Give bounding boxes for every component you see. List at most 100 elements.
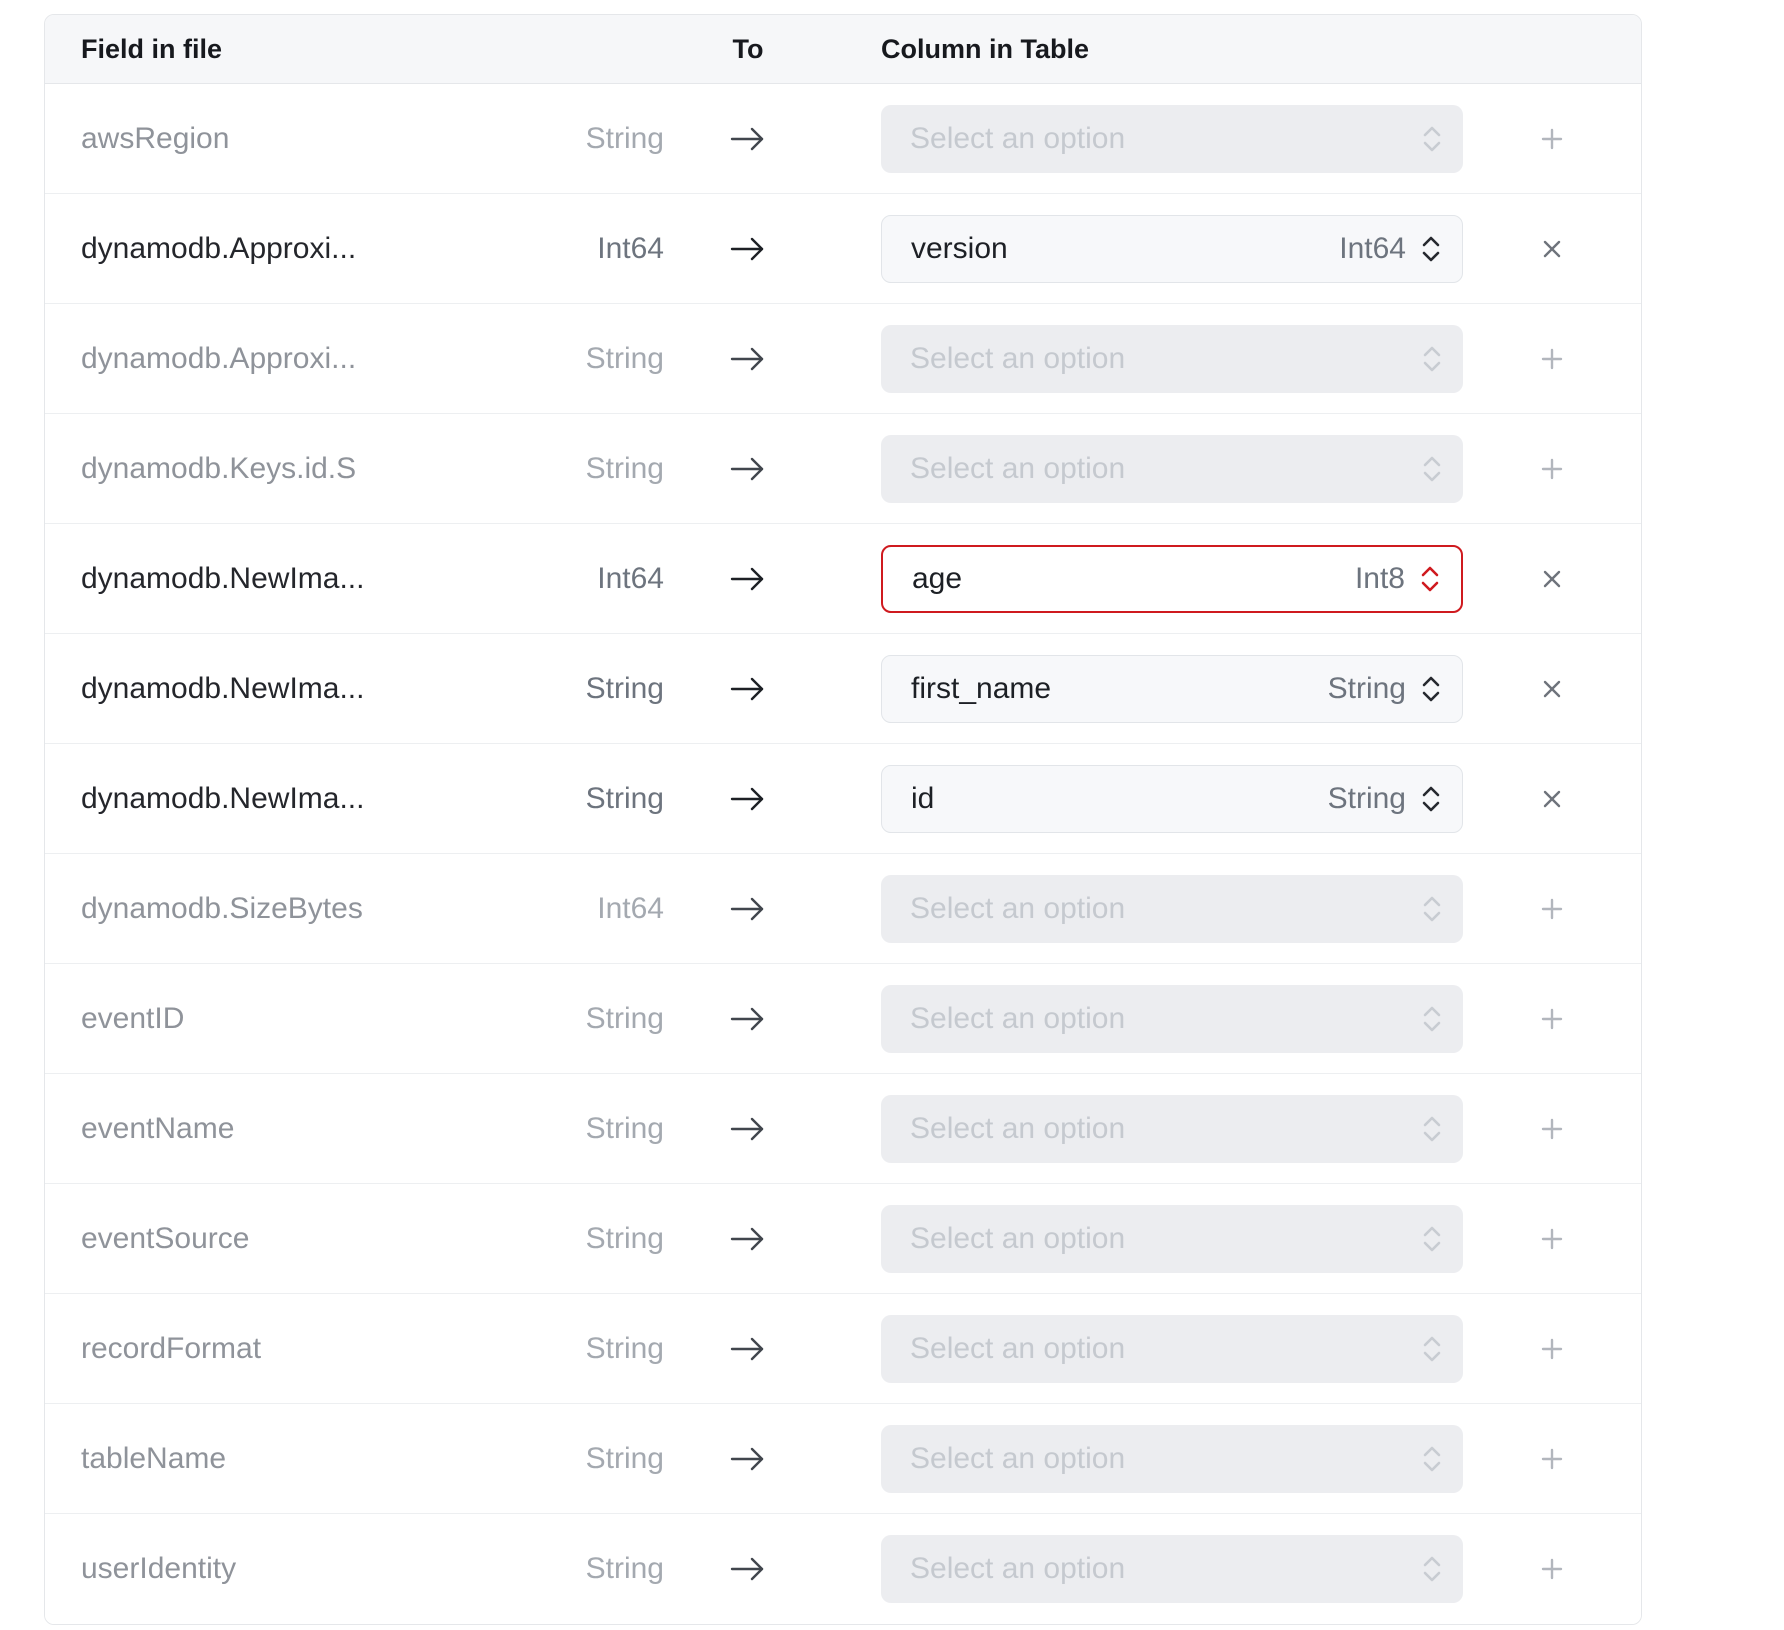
plus-icon: [1541, 128, 1563, 150]
add-mapping-button[interactable]: [1530, 1547, 1574, 1591]
table-header: Field in file To Column in Table: [45, 15, 1641, 84]
arrow-right-icon: [664, 125, 832, 153]
field-name: dynamodb.NewIma...: [81, 562, 581, 596]
column-select-value: Select an option: [910, 1552, 1407, 1586]
arrow-right-icon: [664, 895, 832, 923]
mapping-row: dynamodb.SizeBytes Int64 Select an optio…: [45, 854, 1641, 964]
add-mapping-button[interactable]: [1530, 337, 1574, 381]
add-mapping-button[interactable]: [1530, 117, 1574, 161]
field-type: String: [581, 1332, 664, 1366]
field-name: tableName: [81, 1442, 581, 1476]
unfold-chevrons-icon: [1421, 1114, 1443, 1144]
remove-mapping-button[interactable]: [1530, 667, 1574, 711]
remove-mapping-button[interactable]: [1530, 777, 1574, 821]
add-mapping-button[interactable]: [1530, 1437, 1574, 1481]
header-to: To: [664, 34, 832, 65]
add-mapping-button[interactable]: [1530, 1217, 1574, 1261]
column-select[interactable]: id String: [881, 765, 1463, 833]
unfold-chevrons-icon: [1421, 344, 1443, 374]
column-select-value: Select an option: [910, 1002, 1407, 1036]
mapping-row: dynamodb.NewIma... String first_name Str…: [45, 634, 1641, 744]
plus-icon: [1541, 1118, 1563, 1140]
add-mapping-button[interactable]: [1530, 887, 1574, 931]
field-type: Int64: [581, 562, 664, 596]
column-select[interactable]: Select an option: [881, 985, 1463, 1053]
mapping-row: dynamodb.Keys.id.S String Select an opti…: [45, 414, 1641, 524]
mapping-row: tableName String Select an option: [45, 1404, 1641, 1514]
field-name: dynamodb.SizeBytes: [81, 892, 581, 926]
plus-icon: [1541, 1338, 1563, 1360]
field-type: String: [581, 1002, 664, 1036]
remove-mapping-button[interactable]: [1530, 227, 1574, 271]
field-type: String: [581, 1112, 664, 1146]
mapping-row: userIdentity String Select an option: [45, 1514, 1641, 1624]
unfold-chevrons-icon: [1419, 564, 1441, 594]
column-select[interactable]: Select an option: [881, 435, 1463, 503]
mapping-row: dynamodb.NewIma... String id String: [45, 744, 1641, 854]
column-select[interactable]: Select an option: [881, 1535, 1463, 1603]
column-select-value: Select an option: [910, 1112, 1407, 1146]
plus-icon: [1541, 1448, 1563, 1470]
unfold-chevrons-icon: [1421, 1004, 1443, 1034]
column-select[interactable]: Select an option: [881, 1095, 1463, 1163]
add-mapping-button[interactable]: [1530, 1107, 1574, 1151]
field-name: awsRegion: [81, 122, 581, 156]
column-select[interactable]: Select an option: [881, 325, 1463, 393]
column-select-value: Select an option: [910, 452, 1407, 486]
unfold-chevrons-icon: [1421, 1444, 1443, 1474]
column-select[interactable]: Select an option: [881, 1315, 1463, 1383]
field-name: dynamodb.Keys.id.S: [81, 452, 581, 486]
field-name: dynamodb.NewIma...: [81, 672, 581, 706]
field-mapping-table: Field in file To Column in Table awsRegi…: [44, 14, 1642, 1625]
unfold-chevrons-icon: [1420, 674, 1442, 704]
mapping-row: eventSource String Select an option: [45, 1184, 1641, 1294]
arrow-right-icon: [664, 455, 832, 483]
header-field-in-file: Field in file: [81, 34, 581, 65]
field-type: String: [581, 782, 664, 816]
field-name: dynamodb.Approxi...: [81, 342, 581, 376]
column-select[interactable]: Select an option: [881, 1425, 1463, 1493]
column-select[interactable]: first_name String: [881, 655, 1463, 723]
unfold-chevrons-icon: [1421, 894, 1443, 924]
field-type: String: [581, 122, 664, 156]
column-select-value: Select an option: [910, 122, 1407, 156]
arrow-right-icon: [664, 675, 832, 703]
mapping-rows: awsRegion String Select an option: [45, 84, 1641, 1624]
field-name: eventName: [81, 1112, 581, 1146]
column-select-value: Select an option: [910, 1332, 1407, 1366]
remove-mapping-button[interactable]: [1530, 557, 1574, 601]
column-select[interactable]: Select an option: [881, 875, 1463, 943]
column-select[interactable]: Select an option: [881, 105, 1463, 173]
field-type: Int64: [581, 232, 664, 266]
unfold-chevrons-icon: [1421, 454, 1443, 484]
mapping-row: eventName String Select an option: [45, 1074, 1641, 1184]
field-type: Int64: [581, 892, 664, 926]
arrow-right-icon: [664, 235, 832, 263]
column-select[interactable]: Select an option: [881, 1205, 1463, 1273]
column-select-value: version: [911, 232, 1339, 266]
mapping-row: recordFormat String Select an option: [45, 1294, 1641, 1404]
field-name: eventSource: [81, 1222, 581, 1256]
add-mapping-button[interactable]: [1530, 447, 1574, 491]
plus-icon: [1541, 1558, 1563, 1580]
mapping-row: dynamodb.Approxi... Int64 version Int64: [45, 194, 1641, 304]
field-name: dynamodb.NewIma...: [81, 782, 581, 816]
add-mapping-button[interactable]: [1530, 1327, 1574, 1371]
column-select[interactable]: age Int8: [881, 545, 1463, 613]
arrow-right-icon: [664, 1335, 832, 1363]
field-name: dynamodb.Approxi...: [81, 232, 581, 266]
unfold-chevrons-icon: [1420, 784, 1442, 814]
close-icon: [1542, 239, 1562, 259]
unfold-chevrons-icon: [1421, 1334, 1443, 1364]
field-type: String: [581, 1222, 664, 1256]
arrow-right-icon: [664, 345, 832, 373]
arrow-right-icon: [664, 1555, 832, 1583]
add-mapping-button[interactable]: [1530, 997, 1574, 1041]
plus-icon: [1541, 1228, 1563, 1250]
arrow-right-icon: [664, 785, 832, 813]
field-type: String: [581, 672, 664, 706]
field-type: String: [581, 1442, 664, 1476]
column-select-type: Int8: [1355, 562, 1405, 596]
column-select[interactable]: version Int64: [881, 215, 1463, 283]
arrow-right-icon: [664, 1445, 832, 1473]
